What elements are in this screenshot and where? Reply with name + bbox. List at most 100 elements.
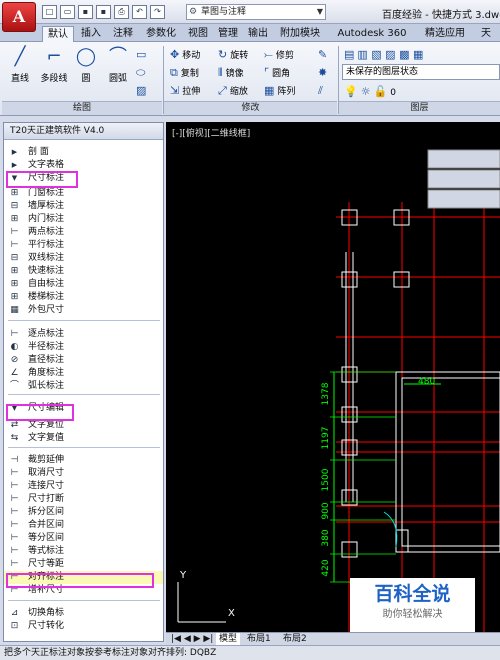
application-menu-button[interactable]: A xyxy=(2,2,36,32)
array-button[interactable]: ▦ 阵列 xyxy=(264,83,295,99)
tab-layout1[interactable]: 布局1 xyxy=(244,633,274,645)
offset-tool[interactable]: ⫽ xyxy=(318,83,326,99)
tab-nav-arrows[interactable]: |◀ ◀ ▶ ▶| xyxy=(168,633,216,645)
copy-button[interactable]: ⧉ 复制 xyxy=(170,65,199,81)
panel-command[interactable]: ⌒ 弧长标注 xyxy=(4,380,163,393)
tab-view[interactable]: 视图 xyxy=(184,26,212,42)
array-icon: ▦ xyxy=(264,84,275,97)
region-tool[interactable]: ▨ xyxy=(136,83,149,99)
tianzheng-panel: T20天正建筑软件 V4.0 ▶ 剖 面 ▶ 文字表格 ▼ 尺寸标注 ⊞ 门窗标注 ⊟ 墙厚标注 ⊞… xyxy=(3,122,164,642)
save-icon[interactable]: ▪ xyxy=(78,5,93,19)
layer-dropdown[interactable]: 💡 ☼ 🔓 0 xyxy=(344,84,396,100)
panel-command[interactable]: ⇆ 文字复值 xyxy=(4,432,163,445)
dimension-tool-icon: ▦ xyxy=(10,305,19,315)
tab-featured-apps[interactable]: 精选应用 xyxy=(418,26,472,42)
panel-command[interactable]: ⊡ 尺寸转化 xyxy=(4,620,163,633)
panel-command[interactable]: ◐ 半径标注 xyxy=(4,341,163,354)
circle-button[interactable]: ◯ 圆 xyxy=(72,46,100,84)
dimension-tool-icon: ⊟ xyxy=(10,201,19,211)
panel-command[interactable]: ⊢ 合并区间 xyxy=(4,519,163,532)
layer-state-dropdown[interactable]: 未保存的图层状态 xyxy=(342,64,500,80)
polyline-button[interactable]: ⌐ 多段线 xyxy=(38,46,70,84)
dimension-tool-icon: ⊟ xyxy=(10,253,19,263)
tab-model[interactable]: 模型 xyxy=(216,633,241,645)
panel-command[interactable]: ⊿ 切换角标 xyxy=(4,607,163,620)
command-line[interactable]: 把多个天正标注对象按参考标注对象对齐排列: DQBZ xyxy=(0,645,500,660)
circle-icon: ◯ xyxy=(75,46,97,67)
panel-command[interactable]: ⊢ 尺寸打断 xyxy=(4,493,163,506)
stretch-button[interactable]: ⇲ 拉伸 xyxy=(170,83,200,99)
polyline-icon: ⌐ xyxy=(46,46,62,67)
panel-command[interactable]: ⊞ 自由标注 xyxy=(4,278,163,291)
panel-command[interactable]: ⊣ 裁剪延伸 xyxy=(4,454,163,467)
save-as-icon[interactable]: ▪ xyxy=(96,5,111,19)
tab-tianzheng[interactable]: 天 xyxy=(474,26,498,42)
trim-button[interactable]: ⤚ 修剪 xyxy=(264,47,294,63)
viewport-label[interactable]: [-][俯视][二维线框] xyxy=(172,126,250,139)
redo-icon[interactable]: ↷ xyxy=(150,5,165,19)
document-title: 百度经验 - 快捷方式 3.dwg xyxy=(382,10,500,21)
panel-separator xyxy=(8,320,160,321)
panel-command[interactable]: ⊢ 平行标注 xyxy=(4,239,163,252)
tab-insert[interactable]: 插入 xyxy=(76,26,106,42)
tab-default[interactable]: 默认 xyxy=(42,26,74,42)
tab-addins[interactable]: 附加模块 xyxy=(274,26,326,42)
rotate-label: 旋转 xyxy=(230,51,249,61)
tab-annotate[interactable]: 注释 xyxy=(108,26,138,42)
panel-command[interactable]: ⊘ 直径标注 xyxy=(4,354,163,367)
workspace-switcher[interactable]: 草图与注释 ▼ xyxy=(186,4,326,20)
rectangle-tool[interactable]: ▭ xyxy=(136,47,149,63)
panel-command[interactable]: ⊞ 楼梯标注 xyxy=(4,291,163,304)
panel-command[interactable]: ⊞ 门窗标注 xyxy=(4,187,163,200)
dimension-tool-icon: ◐ xyxy=(10,342,19,352)
undo-icon[interactable]: ↶ xyxy=(132,5,147,19)
panel-command[interactable]: ⊢ 连接尺寸 xyxy=(4,480,163,493)
panel-item-label: 裁剪延伸 xyxy=(28,455,65,465)
scale-button[interactable]: ⤢ 缩放 xyxy=(218,83,248,99)
rotate-button[interactable]: ↻ 旋转 xyxy=(218,47,248,63)
panel-command[interactable]: ⊢ 等式标注 xyxy=(4,545,163,558)
panel-title: T20天正建筑软件 V4.0 xyxy=(4,123,163,140)
trim-label: 修剪 xyxy=(275,51,294,61)
hatch-tool[interactable]: ⬭ xyxy=(136,65,148,81)
arc-button[interactable]: ⌒ 圆弧 xyxy=(104,46,132,84)
panel-command[interactable]: ⊢ 逐点标注 xyxy=(4,328,163,341)
mirror-button[interactable]: ⫴ 镜像 xyxy=(218,65,244,81)
chevron-right-icon: ▶ xyxy=(11,161,18,169)
panel-command[interactable]: ⊢ 尺寸等距 xyxy=(4,558,163,571)
line-button[interactable]: ╱ 直线 xyxy=(6,46,34,84)
panel-command[interactable]: ⊢ 拆分区间 xyxy=(4,506,163,519)
explode-tool[interactable]: ✸ xyxy=(318,65,330,81)
layer-state-value: 未保存的图层状态 xyxy=(346,67,419,77)
panel-command[interactable]: ∠ 角度标注 xyxy=(4,367,163,380)
panel-command[interactable]: ⊞ 快速标注 xyxy=(4,265,163,278)
panel-command[interactable]: ⊢ 等分区间 xyxy=(4,532,163,545)
panel-item-label: 外包尺寸 xyxy=(28,305,65,315)
panel-command[interactable]: ⊞ 内门标注 xyxy=(4,213,163,226)
open-file-icon[interactable]: ▭ xyxy=(60,5,75,19)
tab-layout2[interactable]: 布局2 xyxy=(280,633,310,645)
dimension-label: 380 xyxy=(321,529,331,546)
move-button[interactable]: ✥ 移动 xyxy=(170,47,200,63)
fillet-button[interactable]: ⌜ 圆角 xyxy=(264,65,290,81)
erase-tool[interactable]: ✎ xyxy=(318,47,330,63)
new-file-icon[interactable]: □ xyxy=(42,5,57,19)
panel-category[interactable]: ▶ 剖 面 xyxy=(4,146,163,159)
panel-command[interactable]: ⊢ 取消尺寸 xyxy=(4,467,163,480)
panel-command[interactable]: ⊟ 双线标注 xyxy=(4,252,163,265)
print-icon[interactable]: ⎙ xyxy=(114,5,129,19)
circle-label: 圆 xyxy=(81,74,91,84)
tab-parametric[interactable]: 参数化 xyxy=(140,26,182,42)
panel-command[interactable]: ⊟ 墙厚标注 xyxy=(4,200,163,213)
panel-command[interactable]: ▦ 外包尺寸 xyxy=(4,304,163,317)
panel-command[interactable]: ⊢ 两点标注 xyxy=(4,226,163,239)
dimension-tool-icon: ⊞ xyxy=(10,266,19,276)
room-outline xyxy=(401,377,500,547)
layer-properties-button[interactable]: ▤ ▥ ▧ ▨ ▩ ▦ xyxy=(344,47,426,63)
tab-autodesk360[interactable]: Autodesk 360 xyxy=(328,26,416,42)
title-bar: A □ ▭ ▪ ▪ ⎙ ↶ ↷ 草图与注释 ▼ 百度经验 - 快捷方式 3.dwg xyxy=(0,0,500,32)
tab-output[interactable]: 输出 xyxy=(244,26,272,42)
drawing-canvas[interactable]: 1378 1197 1500 900 380 420 480 Y X xyxy=(166,122,500,632)
tab-manage[interactable]: 管理 xyxy=(214,26,242,42)
layout-tab-bar: |◀ ◀ ▶ ▶| 模型 布局1 布局2 xyxy=(166,632,500,645)
